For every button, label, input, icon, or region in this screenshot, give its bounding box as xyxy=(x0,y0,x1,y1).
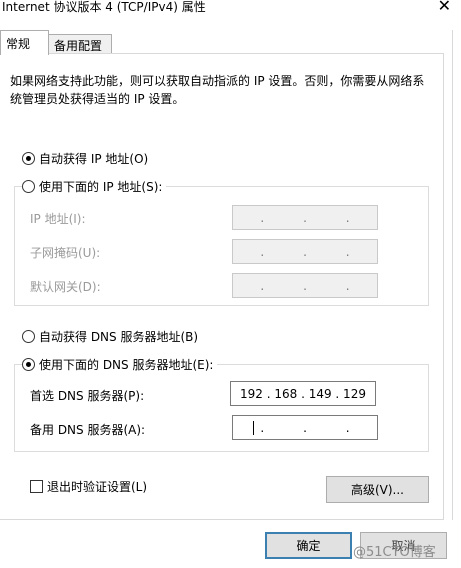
radio-auto-dns-label: 自动获得 DNS 服务器地址(B) xyxy=(39,330,199,344)
radio-auto-ip-indicator[interactable] xyxy=(22,152,35,165)
window-title: Internet 协议版本 4 (TCP/IPv4) 属性 xyxy=(2,0,206,14)
subnet-mask-input: . . . xyxy=(232,239,378,264)
preferred-dns-value: 192 . 168 . 149 . 129 xyxy=(240,386,366,401)
subnet-mask-label: 子网掩码(U): xyxy=(30,246,101,260)
description-text: 如果网络支持此功能，则可以获取自动指派的 IP 设置。否则，你需要从网络系统管理… xyxy=(10,74,425,106)
ip-dot: . xyxy=(345,420,350,435)
radio-manual-ip-indicator[interactable] xyxy=(22,180,35,193)
radio-manual-ip-label: 使用下面的 IP 地址(S): xyxy=(39,180,163,194)
title-bar: Internet 协议版本 4 (TCP/IPv4) 属性 ✕ xyxy=(0,0,461,18)
ip-dot: . xyxy=(345,244,350,259)
ip-dot: . xyxy=(303,278,307,293)
ip-dot: . xyxy=(260,278,265,293)
preferred-dns-input[interactable]: 192 . 168 . 149 . 129 xyxy=(230,381,376,406)
alternate-dns-input[interactable]: . . . xyxy=(232,415,378,440)
radio-auto-dns[interactable]: 自动获得 DNS 服务器地址(B) xyxy=(22,328,198,345)
validate-checkbox-box[interactable] xyxy=(30,480,43,493)
ip-dot: . xyxy=(303,244,307,259)
radio-manual-dns-indicator[interactable] xyxy=(22,358,35,371)
radio-manual-dns[interactable]: 使用下面的 DNS 服务器地址(E): xyxy=(22,356,218,373)
validate-on-exit-checkbox[interactable]: 退出时验证设置(L) xyxy=(30,478,147,495)
radio-manual-ip[interactable]: 使用下面的 IP 地址(S): xyxy=(22,178,167,195)
ip-dot: . xyxy=(303,210,307,225)
tab-strip: 常规 备用配置 xyxy=(0,30,461,55)
ok-button[interactable]: 确定 xyxy=(265,532,352,559)
text-caret xyxy=(253,421,254,435)
ip-dot: . xyxy=(260,244,265,259)
advanced-button[interactable]: 高级(V)... xyxy=(326,476,429,503)
default-gateway-label: 默认网关(D): xyxy=(30,280,101,294)
watermark: @51CTO博客 xyxy=(353,545,436,560)
default-gateway-input: . . . xyxy=(232,273,378,298)
radio-auto-ip[interactable]: 自动获得 IP 地址(O) xyxy=(22,150,148,167)
ip-dot: . xyxy=(260,210,265,225)
radio-manual-dns-label: 使用下面的 DNS 服务器地址(E): xyxy=(39,358,214,372)
close-icon[interactable]: ✕ xyxy=(438,0,451,15)
ip-address-label: IP 地址(I): xyxy=(30,212,86,226)
preferred-dns-label: 首选 DNS 服务器(P): xyxy=(30,389,145,403)
ip-address-input: . . . xyxy=(232,205,378,230)
tab-alternate-config[interactable]: 备用配置 xyxy=(48,34,112,54)
ip-dot: . xyxy=(345,210,350,225)
validate-checkbox-label: 退出时验证设置(L) xyxy=(47,480,148,494)
radio-auto-dns-indicator[interactable] xyxy=(22,330,35,343)
ip-dot: . xyxy=(260,420,265,435)
radio-auto-ip-label: 自动获得 IP 地址(O) xyxy=(39,152,149,166)
ip-dot: . xyxy=(345,278,350,293)
tab-general[interactable]: 常规 xyxy=(0,30,49,55)
dialog-edge xyxy=(452,30,453,520)
ip-dot: . xyxy=(303,420,307,435)
alternate-dns-label: 备用 DNS 服务器(A): xyxy=(30,423,146,437)
